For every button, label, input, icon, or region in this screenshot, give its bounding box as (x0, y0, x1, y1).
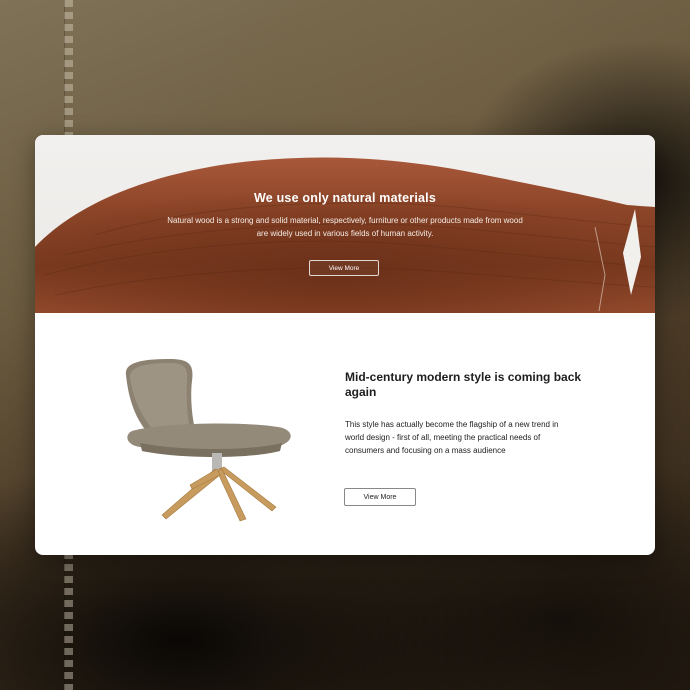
product-description: This style has actually become the flags… (345, 420, 559, 455)
chair-image (125, 359, 291, 522)
hero-banner: We use only natural materials Natural wo… (35, 135, 655, 313)
hero-view-more-button[interactable]: View More (309, 260, 379, 276)
hero-description: Natural wood is a strong and solid mater… (167, 216, 523, 238)
product-view-more-button[interactable]: View More (344, 488, 416, 506)
content-card: We use only natural materials Natural wo… (35, 135, 655, 555)
product-title: Mid-century modern style is coming back … (345, 370, 582, 399)
hero-title: We use only natural materials (253, 191, 437, 205)
